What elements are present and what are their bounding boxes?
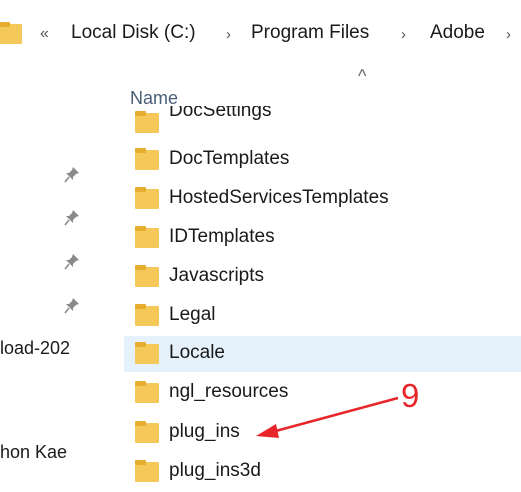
list-item[interactable]: Legal <box>124 298 521 334</box>
overflow-chevron-icon[interactable]: « <box>40 22 49 46</box>
nav-item-downloads[interactable]: load-202 <box>0 338 96 359</box>
pin-icon[interactable] <box>64 166 80 184</box>
file-list[interactable]: ^ Name DocSettings DocTemplates HostedSe… <box>106 66 521 492</box>
folder-name: IDTemplates <box>169 226 275 247</box>
folder-icon <box>135 421 159 443</box>
folder-icon <box>135 381 159 403</box>
folder-icon <box>0 22 22 44</box>
folder-name: plug_ins <box>169 421 240 442</box>
nav-item-python[interactable]: hon Kae <box>0 442 96 463</box>
folder-icon <box>135 304 159 326</box>
folder-name: Javascripts <box>169 265 265 286</box>
folder-name: DocTemplates <box>169 148 290 169</box>
pin-icon[interactable] <box>64 209 80 227</box>
folder-icon <box>135 111 159 133</box>
folder-icon <box>135 187 159 209</box>
list-item[interactable]: IDTemplates <box>124 220 521 256</box>
list-item[interactable]: ngl_resources <box>124 375 521 411</box>
sort-ascending-icon[interactable]: ^ <box>358 66 366 87</box>
breadcrumb-adobe[interactable]: Adobe <box>430 21 485 45</box>
navigation-pane[interactable]: load-202 hon Kae <box>0 66 106 492</box>
list-item[interactable]: Javascripts <box>124 259 521 295</box>
breadcrumb-program-files[interactable]: Program Files <box>251 21 369 45</box>
annotation-number: 9 <box>401 377 420 414</box>
folder-name: HostedServicesTemplates <box>169 187 389 208</box>
list-item[interactable]: plug_ins <box>124 415 521 451</box>
folder-icon <box>135 342 159 364</box>
breadcrumb-separator[interactable]: › <box>401 23 406 47</box>
list-item[interactable]: DocTemplates <box>124 142 521 178</box>
breadcrumb-separator[interactable]: › <box>226 23 231 47</box>
folder-icon <box>135 460 159 482</box>
list-item[interactable]: HostedServicesTemplates <box>124 181 521 217</box>
list-item-selected[interactable]: Locale <box>124 336 521 372</box>
folder-icon <box>135 148 159 170</box>
folder-name: DocSettings <box>169 106 272 121</box>
list-item[interactable]: DocSettings <box>124 106 521 136</box>
folder-name: ngl_resources <box>169 381 289 402</box>
address-bar[interactable]: « Local Disk (C:) › Program Files › Adob… <box>0 0 521 66</box>
breadcrumb-local-disk[interactable]: Local Disk (C:) <box>71 21 196 45</box>
folder-name: Locale <box>169 342 225 363</box>
folder-name: Legal <box>169 304 216 325</box>
breadcrumb-separator[interactable]: › <box>506 23 511 47</box>
pin-icon[interactable] <box>64 297 80 315</box>
folder-name: plug_ins3d <box>169 460 261 481</box>
pin-icon[interactable] <box>64 253 80 271</box>
folder-icon <box>135 226 159 248</box>
list-item[interactable]: plug_ins3d <box>124 454 521 490</box>
folder-icon <box>135 265 159 287</box>
